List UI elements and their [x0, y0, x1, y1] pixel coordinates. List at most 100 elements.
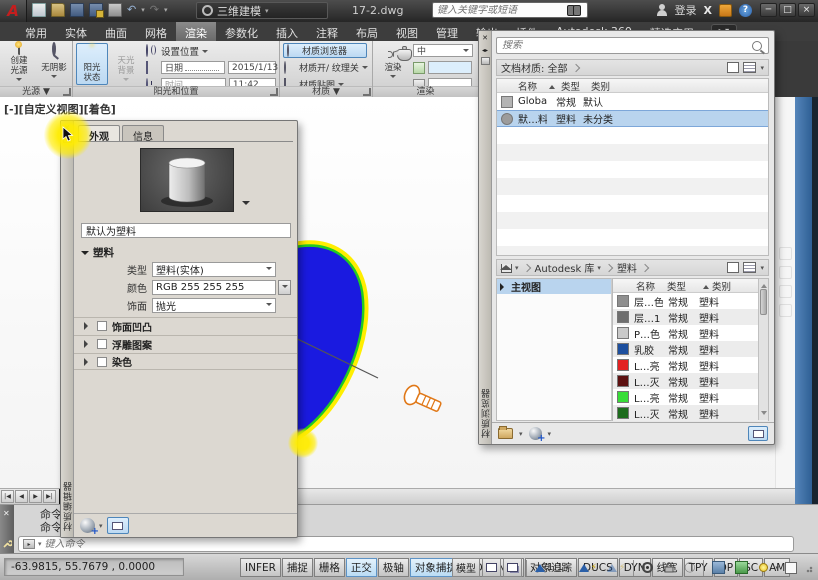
color-options-button[interactable]: [278, 280, 291, 295]
date-slider-field[interactable]: 日期: [161, 61, 225, 74]
col-category[interactable]: 类别: [591, 79, 768, 93]
section-finish-bumps[interactable]: 饰面凹凸: [74, 317, 297, 334]
library-material-row[interactable]: L…亮 常规 塑料: [613, 389, 768, 405]
material-preview[interactable]: [140, 148, 234, 212]
toggle-polar[interactable]: 极轴: [378, 558, 409, 577]
tab-annotate[interactable]: 注释: [307, 22, 347, 41]
tab-appearance[interactable]: 外观: [78, 125, 120, 141]
create-material-icon[interactable]: [529, 427, 542, 440]
nav-zoom-icon[interactable]: [779, 266, 792, 279]
plot-icon[interactable]: [108, 3, 122, 17]
lock-ui-icon[interactable]: [659, 558, 678, 577]
material-row-global[interactable]: Global 常规 默认: [497, 93, 768, 110]
redo-icon[interactable]: ↷: [150, 3, 159, 17]
relief-pattern-checkbox[interactable]: [97, 339, 107, 349]
set-location-button[interactable]: 设置位置: [146, 44, 276, 58]
render-environment-field[interactable]: [428, 61, 472, 74]
material-toggle-button[interactable]: 材质开/ 纹理关: [284, 61, 370, 74]
section-relief-pattern[interactable]: 浮雕图案: [74, 335, 297, 352]
annotation-scale-button[interactable]: 1:1 ▾: [531, 558, 573, 577]
close-button[interactable]: ×: [798, 3, 815, 17]
search-binoculars-icon[interactable]: [567, 5, 581, 15]
tab-render[interactable]: 渲染: [176, 22, 216, 41]
material-search-input[interactable]: [497, 40, 752, 51]
home-icon[interactable]: [501, 264, 512, 273]
sky-background-button[interactable]: 天光 背景: [110, 43, 142, 85]
view-options-arrow[interactable]: ▾: [760, 64, 764, 72]
material-browser-close-icon[interactable]: ✕: [481, 34, 490, 43]
save-as-icon[interactable]: [89, 3, 103, 17]
col-type[interactable]: 类型: [555, 79, 591, 93]
render-button[interactable]: 渲染: [377, 43, 409, 85]
color-field[interactable]: RGB 255 255 255: [152, 280, 276, 295]
tab-last-icon[interactable]: ▶|: [43, 490, 56, 503]
nav-pan-icon[interactable]: [779, 247, 792, 260]
library-breadcrumb[interactable]: ▾ Autodesk 库 ▾ 塑料 ▾: [496, 259, 769, 276]
library-material-row[interactable]: P…色 常规 塑料: [613, 325, 768, 341]
toggle-grid[interactable]: 栅格: [314, 558, 345, 577]
type-select[interactable]: 塑料(实体): [152, 262, 276, 277]
plastic-section-header[interactable]: 塑料: [81, 245, 114, 260]
material-browser-properties-icon[interactable]: [481, 57, 490, 65]
help-search-box[interactable]: [432, 2, 588, 18]
col-name[interactable]: 名称: [513, 79, 547, 93]
tab-next-icon[interactable]: ▶: [29, 490, 42, 503]
material-browser-button[interactable]: 材质浏览器: [283, 43, 367, 58]
tab-solid[interactable]: 实体: [56, 22, 96, 41]
panel-sun-location-label[interactable]: 阳光和位置: [73, 86, 279, 97]
undo-dropdown-arrow[interactable]: ▾: [141, 6, 145, 14]
material-search-box[interactable]: [496, 37, 769, 54]
material-row-default-plastic[interactable]: 默…料 塑料 未分类: [497, 110, 768, 127]
create-material-dropdown-arrow[interactable]: ▾: [99, 522, 103, 530]
render-quality-select[interactable]: 中: [413, 44, 473, 57]
workspace-switcher[interactable]: 三维建模 ▾: [196, 2, 328, 19]
command-window-grip[interactable]: ✕: [0, 505, 14, 554]
open-file-icon[interactable]: [51, 3, 65, 17]
materials-dialog-launcher-icon[interactable]: [363, 88, 371, 96]
app-menu-button[interactable]: A: [0, 0, 27, 22]
grid-view-icon[interactable]: [727, 262, 739, 273]
tab-insert[interactable]: 插入: [267, 22, 307, 41]
search-magnifier-icon[interactable]: [752, 41, 762, 51]
tab-layout[interactable]: 布局: [347, 22, 387, 41]
finish-bumps-checkbox[interactable]: [97, 321, 107, 331]
tab-prev-icon[interactable]: ◀: [15, 490, 28, 503]
create-material-dropdown-arrow[interactable]: ▾: [548, 430, 552, 438]
workspace-gear-button[interactable]: [638, 558, 657, 577]
redo-dropdown-arrow[interactable]: ▾: [164, 6, 168, 14]
help-search-input[interactable]: [433, 5, 567, 16]
status-overflow-arrow[interactable]: ▾: [775, 564, 779, 572]
annotation-autoscale-icon[interactable]: ⚡: [603, 558, 629, 577]
toggle-infer[interactable]: INFER: [240, 558, 281, 577]
library-material-row[interactable]: 层…1 常规 塑料: [613, 309, 768, 325]
tab-home[interactable]: 常用: [16, 22, 56, 41]
preview-options-arrow[interactable]: [242, 201, 250, 209]
nav-orbit-icon[interactable]: [779, 285, 792, 298]
autodesk360-avatar-icon[interactable]: [719, 4, 732, 17]
list-view-icon[interactable]: [743, 262, 756, 273]
command-recent-dropdown-arrow[interactable]: ▾: [38, 540, 42, 548]
tab-view[interactable]: 视图: [387, 22, 427, 41]
lights-dialog-launcher-icon[interactable]: [63, 88, 71, 96]
sun-status-button[interactable]: 阳光 状态: [76, 43, 108, 85]
render-environment-icon[interactable]: [413, 62, 425, 74]
tab-first-icon[interactable]: |◀: [1, 490, 14, 503]
library-material-row[interactable]: 层…色 常规 塑料: [613, 293, 768, 309]
nav-steering-icon[interactable]: [779, 304, 792, 317]
command-close-icon[interactable]: ✕: [3, 509, 10, 518]
navigation-bar[interactable]: [775, 97, 795, 488]
document-materials-breadcrumb[interactable]: 文档材质: 全部 ▾: [496, 59, 769, 76]
tab-manage[interactable]: 管理: [427, 22, 467, 41]
scrollbar-thumb[interactable]: [760, 289, 767, 315]
library-material-row[interactable]: 乳胶 常规 塑料: [613, 341, 768, 357]
library-category[interactable]: 塑料: [617, 260, 637, 275]
manage-library-dropdown-arrow[interactable]: ▾: [519, 430, 523, 438]
material-browser-autohide-icon[interactable]: ◂▸: [481, 46, 490, 55]
material-editor-properties-icon[interactable]: [63, 135, 72, 143]
create-light-button[interactable]: 创建 光源: [3, 43, 35, 85]
open-material-browser-button[interactable]: [107, 517, 129, 534]
help-icon[interactable]: ?: [739, 4, 752, 17]
tab-info[interactable]: 信息: [122, 125, 164, 141]
col-name[interactable]: 名称: [631, 279, 665, 293]
panel-render-label[interactable]: 渲染: [373, 86, 478, 97]
